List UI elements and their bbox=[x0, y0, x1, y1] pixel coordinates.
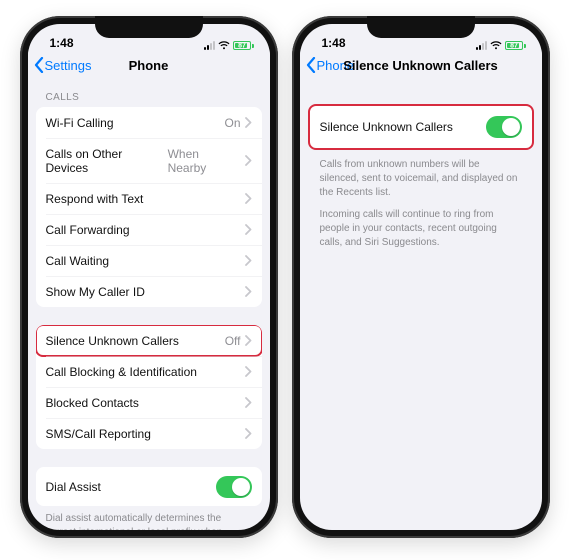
row-silence-unknown-callers-toggle[interactable]: Silence Unknown Callers bbox=[310, 106, 532, 148]
row-label: Silence Unknown Callers bbox=[320, 120, 453, 134]
row-label: Call Waiting bbox=[46, 254, 110, 268]
chevron-right-icon bbox=[245, 155, 252, 166]
section-header-calls: CALLS bbox=[36, 84, 262, 107]
nav-bar: Phone Silence Unknown Callers bbox=[300, 50, 542, 80]
row-label: Call Blocking & Identification bbox=[46, 365, 197, 379]
status-time: 1:48 bbox=[50, 36, 74, 50]
row-label: Show My Caller ID bbox=[46, 285, 145, 299]
group-calls: Wi-Fi Calling On Calls on Other Devices … bbox=[36, 107, 262, 307]
chevron-left-icon bbox=[34, 57, 44, 73]
cellular-signal-icon bbox=[204, 41, 215, 50]
toggle-dial-assist[interactable] bbox=[216, 476, 252, 498]
chevron-right-icon bbox=[245, 286, 252, 297]
row-calls-other-devices[interactable]: Calls on Other Devices When Nearby bbox=[36, 138, 262, 183]
battery-icon: 87 bbox=[505, 41, 526, 50]
row-show-my-caller-id[interactable]: Show My Caller ID bbox=[36, 276, 262, 307]
group-silence-block: Silence Unknown Callers Off Call Blockin… bbox=[36, 325, 262, 449]
back-button[interactable]: Phone bbox=[306, 57, 355, 73]
dial-assist-note: Dial assist automatically determines the… bbox=[36, 506, 262, 530]
row-respond-with-text[interactable]: Respond with Text bbox=[36, 183, 262, 214]
row-dial-assist[interactable]: Dial Assist bbox=[36, 467, 262, 506]
chevron-right-icon bbox=[245, 255, 252, 266]
row-detail: Off bbox=[225, 334, 241, 348]
chevron-right-icon bbox=[245, 193, 252, 204]
row-call-forwarding[interactable]: Call Forwarding bbox=[36, 214, 262, 245]
back-label: Settings bbox=[45, 58, 92, 73]
row-label: Blocked Contacts bbox=[46, 396, 139, 410]
notch bbox=[367, 16, 475, 38]
silence-note-2: Incoming calls will continue to ring fro… bbox=[308, 204, 534, 254]
status-indicators: 87 bbox=[204, 41, 254, 50]
row-detail: When Nearby bbox=[168, 147, 241, 175]
two-phone-comparison: 1:48 87 Settings bbox=[0, 0, 569, 560]
screen-left: 1:48 87 Settings bbox=[28, 24, 270, 530]
wifi-icon bbox=[218, 41, 230, 50]
battery-icon: 87 bbox=[233, 41, 254, 50]
status-indicators: 87 bbox=[476, 41, 526, 50]
nav-bar: Settings Phone bbox=[28, 50, 270, 80]
row-detail: On bbox=[224, 116, 240, 130]
chevron-right-icon bbox=[245, 335, 252, 346]
row-silence-unknown-callers[interactable]: Silence Unknown Callers Off bbox=[36, 325, 262, 356]
settings-content[interactable]: Silence Unknown Callers Calls from unkno… bbox=[300, 80, 542, 530]
chevron-right-icon bbox=[245, 224, 252, 235]
row-call-waiting[interactable]: Call Waiting bbox=[36, 245, 262, 276]
row-label: Calls on Other Devices bbox=[46, 147, 168, 175]
row-label: SMS/Call Reporting bbox=[46, 427, 151, 441]
chevron-right-icon bbox=[245, 397, 252, 408]
row-call-blocking-id[interactable]: Call Blocking & Identification bbox=[36, 356, 262, 387]
chevron-right-icon bbox=[245, 366, 252, 377]
notch bbox=[95, 16, 203, 38]
row-blocked-contacts[interactable]: Blocked Contacts bbox=[36, 387, 262, 418]
silence-note-1: Calls from unknown numbers will be silen… bbox=[308, 150, 534, 204]
row-label: Wi-Fi Calling bbox=[46, 116, 114, 130]
row-wifi-calling[interactable]: Wi-Fi Calling On bbox=[36, 107, 262, 138]
group-dial-assist: Dial Assist bbox=[36, 467, 262, 506]
iphone-device-right: 1:48 87 Phone bbox=[292, 16, 550, 538]
group-silence-toggle: Silence Unknown Callers bbox=[308, 104, 534, 150]
settings-content[interactable]: CALLS Wi-Fi Calling On Calls on Other De… bbox=[28, 80, 270, 530]
chevron-left-icon bbox=[306, 57, 316, 73]
row-label: Call Forwarding bbox=[46, 223, 130, 237]
iphone-device-left: 1:48 87 Settings bbox=[20, 16, 278, 538]
back-button[interactable]: Settings bbox=[34, 57, 92, 73]
back-label: Phone bbox=[317, 58, 355, 73]
status-time: 1:48 bbox=[322, 36, 346, 50]
wifi-icon bbox=[490, 41, 502, 50]
chevron-right-icon bbox=[245, 117, 252, 128]
cellular-signal-icon bbox=[476, 41, 487, 50]
row-label: Silence Unknown Callers bbox=[46, 334, 179, 348]
chevron-right-icon bbox=[245, 428, 252, 439]
screen-right: 1:48 87 Phone bbox=[300, 24, 542, 530]
row-label: Dial Assist bbox=[46, 480, 101, 494]
row-sms-call-reporting[interactable]: SMS/Call Reporting bbox=[36, 418, 262, 449]
row-label: Respond with Text bbox=[46, 192, 144, 206]
toggle-silence-unknown-callers[interactable] bbox=[486, 116, 522, 138]
